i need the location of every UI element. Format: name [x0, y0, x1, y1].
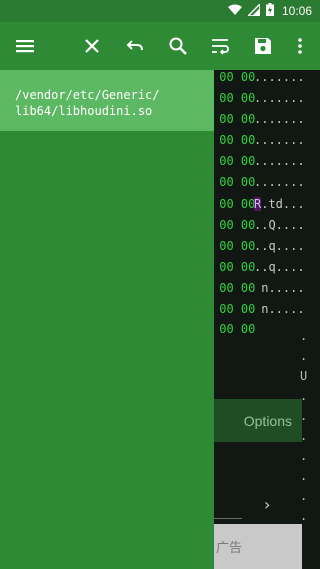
status-time: 10:06 [281, 4, 312, 18]
undo-icon[interactable] [123, 34, 147, 58]
wrap-text-icon[interactable] [208, 34, 232, 58]
ascii-row: ....... [254, 154, 305, 168]
ascii-row: ....... [254, 112, 305, 126]
navigation-drawer: /vendor/etc/Generic/ lib64/libhoudini.so [0, 70, 214, 569]
chevron-right-icon[interactable]: › [264, 495, 270, 514]
menu-icon[interactable] [13, 34, 37, 58]
ascii-row: ..q.... [254, 260, 305, 274]
close-icon[interactable] [80, 34, 104, 58]
ascii-row: ..q.... [254, 239, 305, 253]
drawer-file-item[interactable]: /vendor/etc/Generic/ lib64/libhoudini.so [0, 70, 214, 131]
hex-row: 00 00 [212, 154, 256, 168]
more-vert-icon[interactable] [288, 34, 312, 58]
hex-row: 00 00 [212, 260, 256, 274]
search-icon[interactable] [166, 34, 190, 58]
hex-row: 00 00 [212, 112, 256, 126]
hex-row: 00 00 [212, 302, 256, 316]
battery-icon [265, 3, 274, 19]
file-path-label: /vendor/etc/Generic/ lib64/libhoudini.so [15, 88, 160, 118]
ascii-row: ....... [254, 91, 305, 105]
hex-row: 00 00 [212, 91, 256, 105]
hex-row: 00 00 [212, 197, 256, 211]
ascii-row: ....... [254, 175, 305, 189]
options-button[interactable]: Options [212, 399, 302, 442]
toolbar [0, 22, 320, 70]
ad-banner[interactable]: 广告 [212, 524, 302, 569]
save-icon[interactable] [251, 34, 275, 58]
wifi-icon [227, 4, 242, 19]
hex-row: 00 00 [212, 281, 256, 295]
status-bar: 10:06 [0, 0, 320, 22]
ascii-row: n..... [254, 281, 305, 295]
hex-row: 00 00 [212, 239, 256, 253]
ascii-row: ..Q.... [254, 218, 305, 232]
app-screen: 00 00 ....... 00 00 ....... 00 00 ......… [0, 0, 320, 569]
ascii-row: R.td... [254, 197, 305, 217]
hex-row: 00 00 [212, 175, 256, 189]
hex-row: 00 00 [212, 133, 256, 147]
ascii-row: ....... [254, 133, 305, 147]
ascii-row: ....... [254, 70, 305, 84]
signal-icon [246, 1, 261, 19]
hex-row: 00 00 [212, 218, 256, 232]
hex-row: 00 00 [212, 322, 256, 336]
hex-row: 00 00 [212, 70, 256, 84]
ascii-row: n..... [254, 302, 305, 316]
ascii-text: .td... [261, 197, 305, 211]
divider [214, 518, 242, 519]
